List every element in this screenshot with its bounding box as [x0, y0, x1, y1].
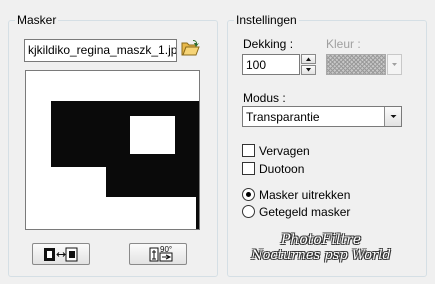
- kleur-label: Kleur :: [326, 37, 361, 51]
- invert-mask-icon: [44, 247, 78, 262]
- rotate-label: 90°: [160, 245, 172, 254]
- kleur-color-swatch: [326, 54, 386, 75]
- getegeld-masker-radio[interactable]: [242, 205, 255, 218]
- vervagen-label: Vervagen: [259, 144, 310, 158]
- masker-uitrekken-label: Masker uitrekken: [259, 188, 351, 202]
- duotoon-checkbox[interactable]: [242, 162, 255, 175]
- arrow-down-icon: [306, 68, 311, 72]
- mask-file-field[interactable]: kjkildiko_regina_maszk_1.jp: [24, 39, 177, 62]
- arrow-up-icon: [306, 57, 311, 61]
- folder-open-icon[interactable]: [180, 38, 200, 58]
- getegeld-masker-label: Getegeld masker: [259, 205, 351, 219]
- rotate-mask-button[interactable]: 90°: [129, 243, 187, 265]
- modus-label: Modus :: [243, 91, 286, 105]
- invert-mask-button[interactable]: [32, 243, 90, 265]
- dekking-up-button[interactable]: [301, 54, 316, 64]
- dekking-input[interactable]: 100: [242, 54, 300, 75]
- masker-group-title: Masker: [15, 13, 59, 27]
- vervagen-checkbox[interactable]: [242, 144, 255, 157]
- instellingen-group-title: Instellingen: [234, 13, 299, 27]
- watermark-line1: PhotoFiltre: [280, 232, 362, 248]
- modus-dropdown-button[interactable]: [384, 107, 401, 126]
- dekking-label: Dekking :: [243, 37, 294, 51]
- masker-uitrekken-radio[interactable]: [242, 188, 255, 201]
- mask-preview: [25, 70, 200, 230]
- chevron-down-icon: [392, 63, 397, 66]
- modus-select[interactable]: Transparantie: [242, 106, 402, 127]
- rotate-90-icon: 90°: [149, 245, 173, 262]
- duotoon-label: Duotoon: [259, 162, 305, 176]
- kleur-dropdown-button: [387, 54, 402, 75]
- dekking-down-button[interactable]: [301, 65, 316, 75]
- watermark: PhotoFiltre Nocturnes psp World: [236, 232, 406, 276]
- chevron-down-icon: [390, 115, 397, 118]
- watermark-line2: Nocturnes psp World: [251, 248, 391, 263]
